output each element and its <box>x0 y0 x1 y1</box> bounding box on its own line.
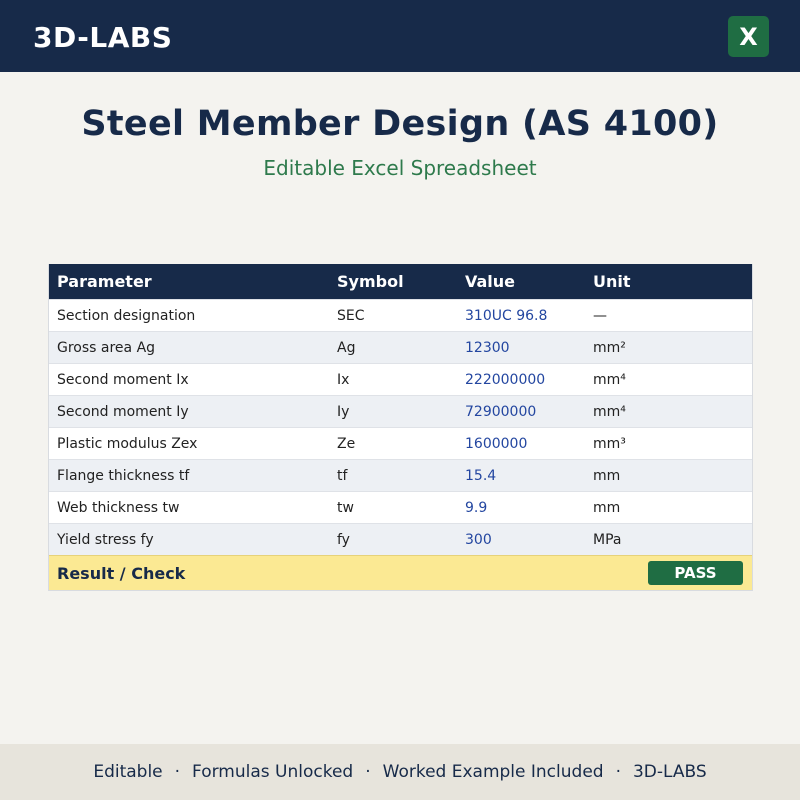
cell-value[interactable]: 222000000 <box>465 372 593 388</box>
table-row: Second moment Ix Ix 222000000 mm⁴ <box>49 363 752 395</box>
cell-parameter: Web thickness tw <box>57 499 180 516</box>
cell-value[interactable]: 310UC 96.8 <box>465 308 593 324</box>
cell-parameter: Second moment Iy <box>57 403 189 420</box>
page-subtitle: Editable Excel Spreadsheet <box>263 156 537 180</box>
footer: Editable · Formulas Unlocked · Worked Ex… <box>0 744 800 800</box>
table-row: Yield stress fy fy 300 MPa <box>49 523 752 555</box>
cell-value[interactable]: 300 <box>465 532 593 548</box>
column-header-symbol: Symbol <box>337 272 404 291</box>
result-row: Result / Check PASS <box>49 555 752 590</box>
footer-separator: · <box>615 762 621 782</box>
top-bar: 3D-LABS X <box>0 0 800 72</box>
footer-item-editable: Editable <box>93 762 163 782</box>
excel-icon[interactable]: X <box>728 16 769 57</box>
table-row: Flange thickness tf tf 15.4 mm <box>49 459 752 491</box>
footer-separator: · <box>174 762 181 782</box>
cell-unit: — <box>593 307 607 324</box>
footer-separator: · <box>365 762 371 782</box>
footer-item-brand: 3D-LABS <box>632 762 707 782</box>
cell-symbol: tf <box>337 467 348 484</box>
cell-parameter: Yield stress fy <box>57 531 154 548</box>
cell-value[interactable]: 9.9 <box>465 500 593 516</box>
cell-symbol: Ze <box>337 435 356 452</box>
column-header-unit: Unit <box>593 272 631 291</box>
cell-unit: mm⁴ <box>593 371 626 388</box>
cell-parameter: Plastic modulus Zex <box>57 435 198 452</box>
table-header: Parameter Symbol Value Unit <box>49 264 752 299</box>
cell-value[interactable]: 1600000 <box>465 436 593 452</box>
table-row: Web thickness tw tw 9.9 mm <box>49 491 752 523</box>
table-row: Section designation SEC 310UC 96.8 — <box>49 299 752 331</box>
cell-parameter: Flange thickness tf <box>57 467 190 484</box>
brand-logo-text: 3D-LABS <box>33 21 173 54</box>
cell-unit: MPa <box>593 531 622 548</box>
cell-parameter: Section designation <box>57 307 196 324</box>
table-row: Second moment Iy Iy 72900000 mm⁴ <box>49 395 752 427</box>
page-title: Steel Member Design (AS 4100) <box>81 104 719 144</box>
footer-item-formulas: Formulas Unlocked <box>192 762 354 782</box>
table-row: Plastic modulus Zex Ze 1600000 mm³ <box>49 427 752 459</box>
cell-unit: mm³ <box>593 435 626 452</box>
cell-unit: mm⁴ <box>593 403 626 420</box>
cell-unit: mm <box>593 467 621 484</box>
cell-unit: mm <box>593 499 621 516</box>
cell-symbol: Iy <box>337 403 350 420</box>
result-label: Result / Check <box>57 563 186 583</box>
parameter-table: Parameter Symbol Value Unit Section desi… <box>48 264 753 591</box>
cell-unit: mm² <box>593 339 626 356</box>
cell-parameter: Gross area Ag <box>57 339 156 356</box>
cell-parameter: Second moment Ix <box>57 371 189 388</box>
cell-symbol: SEC <box>337 307 365 324</box>
status-badge: PASS <box>648 561 743 585</box>
cell-value[interactable]: 15.4 <box>465 468 593 484</box>
cell-symbol: tw <box>337 499 354 516</box>
cell-value[interactable]: 72900000 <box>465 404 593 420</box>
column-header-value: Value <box>465 272 516 291</box>
table-row: Gross area Ag Ag 12300 mm² <box>49 331 752 363</box>
footer-item-worked-example: Worked Example Included <box>382 762 604 782</box>
cell-symbol: Ix <box>337 371 350 388</box>
cell-symbol: Ag <box>337 339 356 356</box>
column-header-parameter: Parameter <box>57 272 152 291</box>
cell-symbol: fy <box>337 531 350 548</box>
cell-value[interactable]: 12300 <box>465 340 593 356</box>
